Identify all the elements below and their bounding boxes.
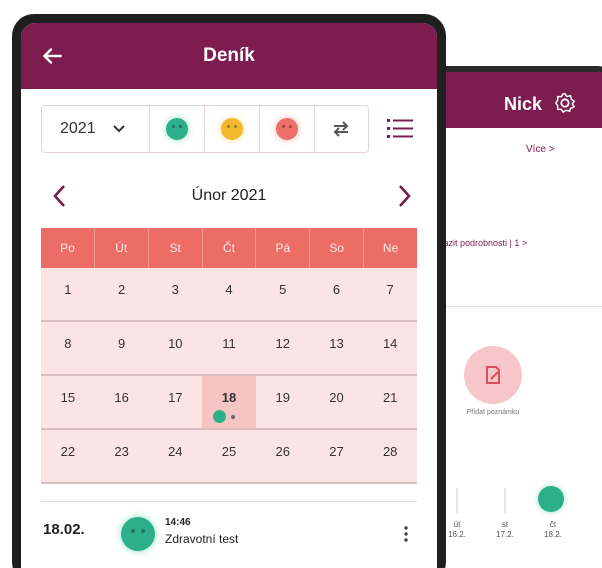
add-note-label: Přidat poznámku <box>466 409 520 416</box>
weekday-label: St <box>149 228 203 268</box>
calendar-day[interactable]: 17 <box>148 376 202 428</box>
smile-face-icon <box>121 517 155 551</box>
divider <box>426 306 602 307</box>
entry-time: 14:46 <box>165 517 191 528</box>
calendar-day[interactable]: 8 <box>41 322 95 374</box>
weekday-label: Čt <box>203 228 257 268</box>
diary-screen: Deník 2021 Únor 2021 Po Út St Čt Pá So N… <box>21 23 437 568</box>
day-bar <box>456 488 458 514</box>
filter-neutral-mood[interactable] <box>205 106 260 152</box>
filter-good-mood[interactable] <box>150 106 205 152</box>
list-view-icon[interactable] <box>387 117 413 139</box>
add-note-button[interactable] <box>464 346 522 404</box>
calendar-day[interactable]: 19 <box>256 376 310 428</box>
calendar-day[interactable]: 6 <box>310 268 364 320</box>
gear-icon[interactable] <box>554 92 576 114</box>
calendar-day[interactable]: 21 <box>363 376 417 428</box>
calendar-day[interactable]: 23 <box>95 430 149 482</box>
entry-date: 18.02. <box>43 521 85 538</box>
more-vertical-icon[interactable] <box>403 525 409 543</box>
calendar-day[interactable]: 4 <box>202 268 256 320</box>
calendar-day[interactable]: 12 <box>256 322 310 374</box>
calendar-day[interactable]: 26 <box>256 430 310 482</box>
calendar-day[interactable]: 16 <box>95 376 149 428</box>
smile-face-icon <box>166 118 188 140</box>
calendar-day[interactable]: 2 <box>95 268 149 320</box>
mood-face-icon <box>213 410 227 423</box>
calendar-day[interactable]: 14 <box>363 322 417 374</box>
calendar-day[interactable]: 5 <box>256 268 310 320</box>
day-label: st 17.2. <box>496 520 514 539</box>
year-select[interactable]: 2021 <box>42 106 150 152</box>
mood-face-icon <box>538 486 564 512</box>
calendar-day[interactable]: 1 <box>41 268 95 320</box>
calendar-day[interactable]: 11 <box>202 322 256 374</box>
entry-dot-icon <box>231 415 236 419</box>
calendar-day[interactable]: 22 <box>41 430 95 482</box>
chevron-down-icon <box>112 125 125 133</box>
weekday-label: Po <box>41 228 95 268</box>
calendar-day-selected[interactable]: 18 <box>202 376 256 428</box>
more-link[interactable]: Více > <box>526 144 555 155</box>
background-screen: Nick Více > zobrazit podrobnosti | 1 > P… <box>426 72 602 568</box>
calendar-day[interactable]: 27 <box>310 430 364 482</box>
filter-bad-mood[interactable] <box>260 106 315 152</box>
weekday-label: So <box>310 228 365 268</box>
calendar-day[interactable]: 9 <box>95 322 149 374</box>
edit-note-icon <box>486 366 500 384</box>
filter-toolbar: 2021 <box>41 105 369 153</box>
year-value: 2021 <box>60 120 96 137</box>
weekday-label: Ne <box>382 241 399 255</box>
selected-day-number: 18 <box>221 390 237 405</box>
calendar-week: 22 23 24 25 26 27 28 <box>41 430 417 484</box>
calendar-day[interactable]: 10 <box>148 322 202 374</box>
divider <box>41 501 417 502</box>
background-header: Nick <box>426 72 602 128</box>
month-label: Únor 2021 <box>191 187 267 204</box>
calendar-day[interactable]: 28 <box>363 430 417 482</box>
entry-title[interactable]: Zdravotní test <box>165 532 238 546</box>
neutral-face-icon <box>221 118 243 140</box>
month-calendar: Po Út St Čt Pá So Ne 1 2 3 4 5 6 7 8 9 1… <box>41 228 417 484</box>
calendar-week: 1 2 3 4 5 6 7 <box>41 268 417 322</box>
page-title: Deník <box>203 45 255 66</box>
profile-name: Nick <box>504 94 543 114</box>
calendar-day[interactable]: 20 <box>310 376 364 428</box>
calendar-week: 8 9 10 11 12 13 14 <box>41 322 417 376</box>
app-header: Deník <box>21 23 437 89</box>
day-label: čt 18.2. <box>544 520 562 539</box>
calendar-week: 15 16 17 18 19 20 21 <box>41 376 417 430</box>
calendar-day[interactable]: 3 <box>148 268 202 320</box>
weekday-header: Po Út St Čt Pá So Ne <box>41 228 417 268</box>
calendar-day[interactable]: 25 <box>202 430 256 482</box>
weekday-label: Pá <box>256 228 311 268</box>
swap-button[interactable] <box>315 106 367 152</box>
sad-face-icon <box>276 118 298 140</box>
foreground-phone: Deník 2021 Únor 2021 Po Út St Čt Pá So N… <box>12 14 446 568</box>
calendar-day[interactable]: 24 <box>148 430 202 482</box>
calendar-day[interactable]: 15 <box>41 376 95 428</box>
chevron-right-icon[interactable] <box>393 183 415 209</box>
day-bar <box>504 488 506 514</box>
background-phone: Nick Více > zobrazit podrobnosti | 1 > P… <box>420 66 602 568</box>
calendar-day[interactable]: 13 <box>310 322 364 374</box>
swap-arrows-icon <box>333 121 349 137</box>
weekday-label: Út <box>95 228 149 268</box>
month-navigation: Únor 2021 <box>41 181 417 211</box>
calendar-day[interactable]: 7 <box>363 268 417 320</box>
day-label: út 16.2. <box>448 520 466 539</box>
